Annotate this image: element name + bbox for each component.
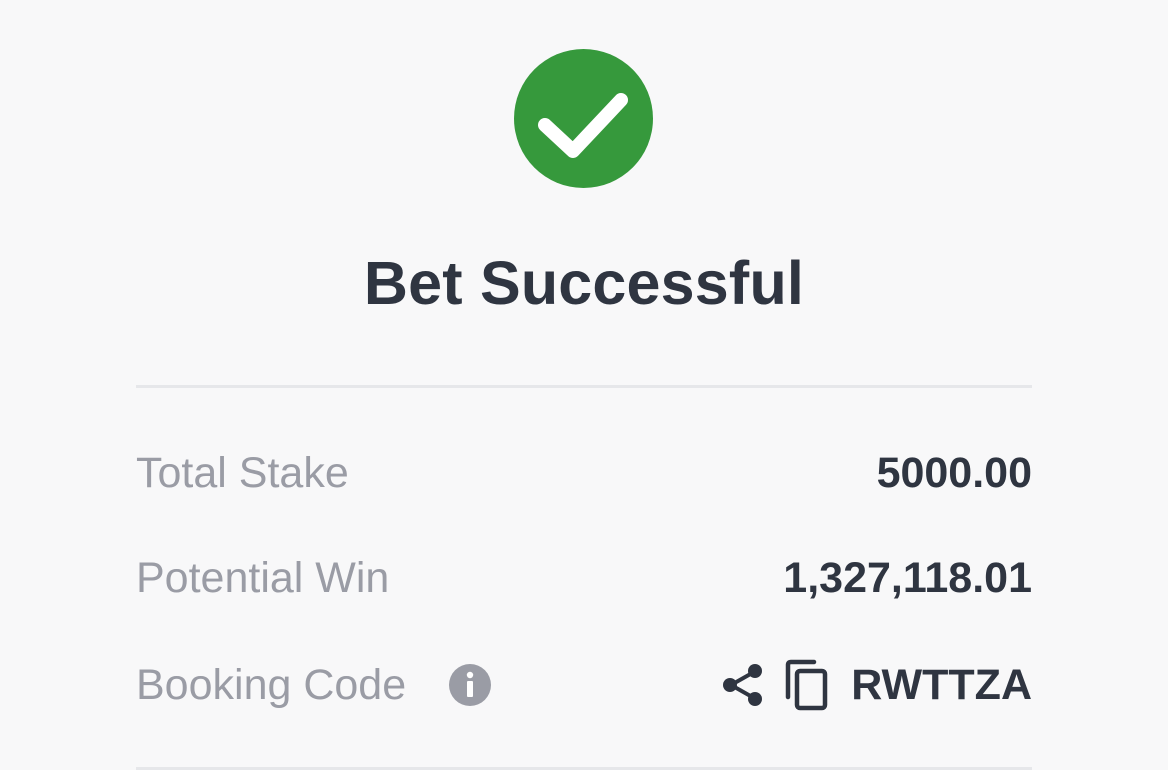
- total-stake-label: Total Stake: [136, 449, 349, 497]
- booking-code-row: Booking Code RWTTZA: [136, 655, 1032, 715]
- booking-code-label: Booking Code: [136, 661, 407, 709]
- booking-code-value[interactable]: RWTTZA: [851, 655, 1032, 715]
- potential-win-row: Potential Win 1,327,118.01: [136, 548, 1032, 608]
- potential-win-value: 1,327,118.01: [783, 554, 1032, 602]
- potential-win-label: Potential Win: [136, 554, 390, 602]
- share-icon[interactable]: [719, 661, 767, 709]
- checkmark-circle-icon: [514, 49, 653, 188]
- copy-icon[interactable]: [782, 659, 830, 711]
- info-icon[interactable]: [449, 664, 491, 706]
- page-title: Bet Successful: [363, 249, 805, 317]
- divider-top: [136, 385, 1032, 388]
- total-stake-value: 5000.00: [876, 449, 1032, 497]
- total-stake-row: Total Stake 5000.00: [136, 443, 1032, 503]
- checkmark-icon: [538, 93, 628, 158]
- bet-success-screen: Bet Successful Total Stake 5000.00 Poten…: [0, 0, 1168, 770]
